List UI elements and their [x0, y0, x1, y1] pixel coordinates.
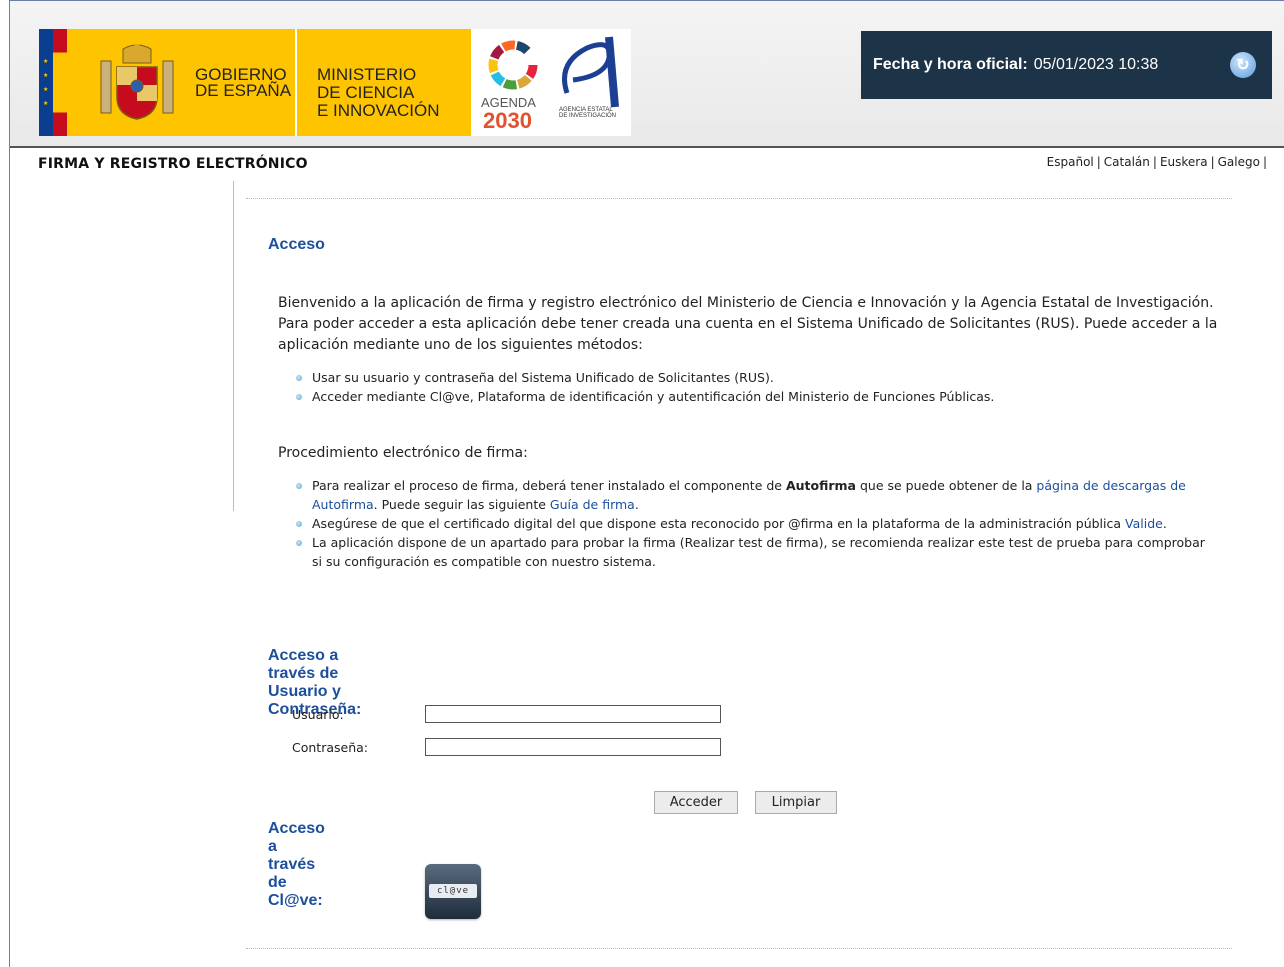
- ministerio-line2: DE CIENCIA: [317, 83, 415, 102]
- password-input[interactable]: [425, 738, 721, 756]
- lang-euskera[interactable]: Euskera: [1160, 155, 1208, 169]
- eu-flag-icon: ★ ★ ★ ★: [39, 29, 53, 136]
- valide-link[interactable]: Valide: [1125, 516, 1163, 531]
- lang-espanol[interactable]: Español: [1047, 155, 1094, 169]
- proc-item-certificado: Asegúrese de que el certificado digital …: [294, 514, 1214, 533]
- usuario-input[interactable]: [425, 705, 721, 723]
- guia-firma-link[interactable]: Guía de firma: [550, 497, 635, 512]
- app-title: FIRMA Y REGISTRO ELECTRÓNICO: [38, 156, 308, 172]
- window-left-border: [0, 0, 10, 967]
- acceder-button[interactable]: Acceder: [654, 791, 738, 814]
- intro-paragraph: Bienvenido a la aplicación de firma y re…: [278, 295, 1218, 353]
- ministerio-line3: E INNOVACIÓN: [317, 101, 440, 120]
- refresh-icon[interactable]: ↻: [1230, 52, 1256, 78]
- fecha-label: Fecha y hora oficial:: [873, 56, 1028, 73]
- lang-catalan[interactable]: Catalán: [1104, 155, 1150, 169]
- spain-flag-icon: [53, 29, 67, 136]
- official-datetime-box: Fecha y hora oficial: 05/01/2023 10:38 ↻: [861, 31, 1272, 99]
- access-methods-list: Usar su usuario y contraseña del Sistema…: [294, 368, 1214, 406]
- clave-heading: Acceso a través de Cl@ve:: [268, 820, 325, 909]
- site-header: ★ ★ ★ ★ GOBIERNO DE ESPAÑA MINISTERIO DE…: [10, 1, 1284, 146]
- procedimiento-heading: Procedimiento electrónico de firma:: [278, 445, 528, 461]
- gobierno-espana-logo: GOBIERNO DE ESPAÑA: [67, 29, 295, 136]
- language-selector: Español | Catalán | Euskera | Galego |: [1046, 155, 1267, 169]
- method-rus: Usar su usuario y contraseña del Sistema…: [294, 368, 1214, 387]
- ministerio-logo: MINISTERIO DE CIENCIA E INNOVACIÓN: [295, 29, 471, 136]
- usuario-label: Usuario:: [292, 707, 344, 722]
- clave-login-button[interactable]: cl@ve: [425, 864, 481, 919]
- gobierno-line2: DE ESPAÑA: [195, 81, 292, 100]
- limpiar-button[interactable]: Limpiar: [755, 791, 837, 814]
- procedimiento-list: Para realizar el proceso de firma, deber…: [294, 476, 1214, 571]
- agenda-year: 2030: [483, 108, 532, 133]
- agenda-2030-aei-logo: AGENDA 2030 AGENCIA ESTATAL DE INVESTIGA…: [471, 29, 631, 136]
- agenda-2030-ring-icon: [488, 40, 538, 90]
- clave-logo-icon: cl@ve: [429, 884, 477, 898]
- sidebar-divider: [233, 181, 234, 511]
- aei-e-icon: [562, 36, 619, 108]
- proc-item-autofirma: Para realizar el proceso de firma, deber…: [294, 476, 1214, 514]
- method-clave: Acceder mediante Cl@ve, Plataforma de id…: [294, 387, 1214, 406]
- bottom-divider: [246, 948, 1232, 949]
- coat-of-arms-icon: [100, 44, 174, 120]
- aei-text: AGENCIA ESTATAL DE INVESTIGACIÓN: [559, 107, 617, 119]
- gobierno-espana-text: GOBIERNO DE ESPAÑA: [195, 66, 292, 100]
- lang-galego[interactable]: Galego: [1218, 155, 1260, 169]
- password-label: Contraseña:: [292, 740, 368, 755]
- ministerio-line1: MINISTERIO: [317, 65, 417, 84]
- title-bar: FIRMA Y REGISTRO ELECTRÓNICO Español | Cat…: [10, 146, 1284, 182]
- acceso-heading: Acceso: [268, 236, 325, 253]
- institutional-logos: ★ ★ ★ ★ GOBIERNO DE ESPAÑA MINISTERIO DE…: [39, 29, 631, 136]
- proc-item-test: La aplicación dispone de un apartado par…: [294, 533, 1214, 571]
- top-divider: [246, 198, 1232, 199]
- fecha-value: 05/01/2023 10:38: [1033, 56, 1159, 73]
